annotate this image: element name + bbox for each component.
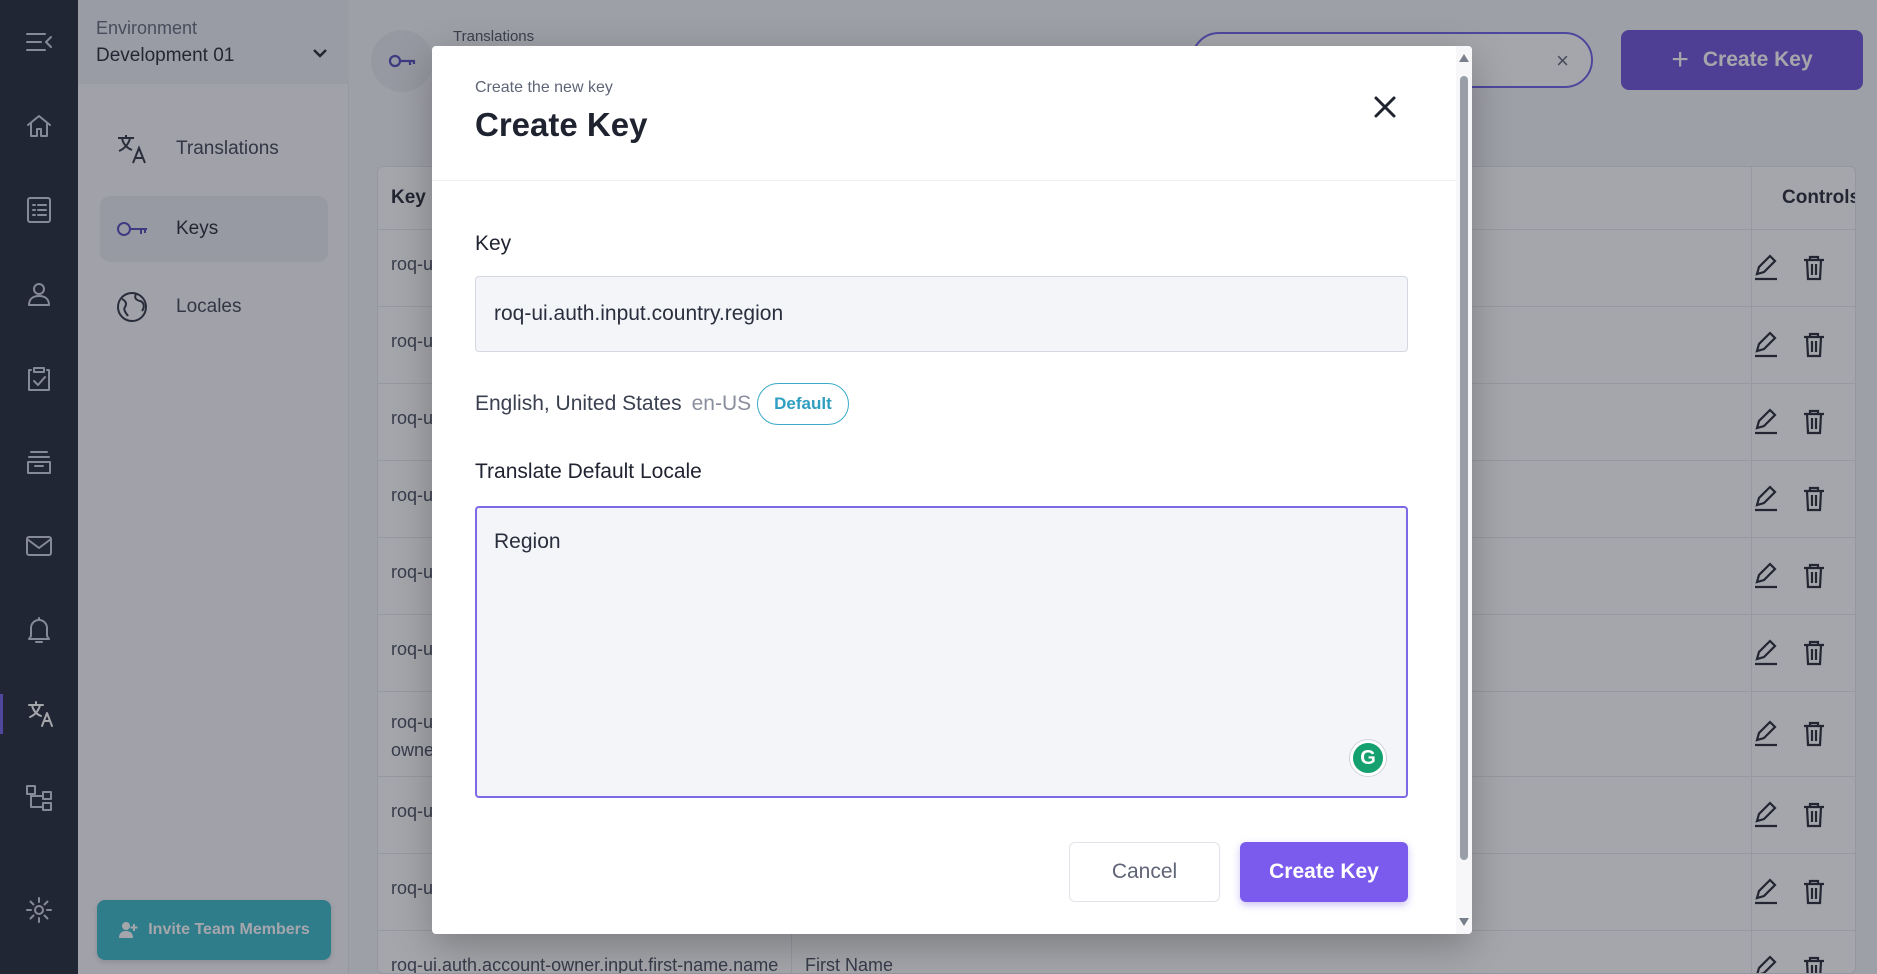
cancel-button[interactable]: Cancel — [1069, 842, 1220, 902]
create-key-submit-button[interactable]: Create Key — [1240, 842, 1408, 902]
create-key-dialog: Create the new key Create Key Key roq-ui… — [432, 46, 1472, 934]
key-field-label: Key — [475, 232, 512, 255]
scroll-down-arrow[interactable] — [1459, 918, 1469, 926]
dialog-scrollbar[interactable] — [1456, 46, 1472, 934]
key-input[interactable]: roq-ui.auth.input.country.region — [475, 276, 1408, 352]
dialog-title: Create Key — [475, 106, 648, 143]
locale-info: English, United States en-US Default — [475, 382, 849, 426]
divider — [432, 180, 1456, 181]
translation-textarea[interactable]: Region G — [475, 506, 1408, 798]
close-icon[interactable] — [1368, 90, 1402, 124]
translation-value: Region — [494, 530, 561, 553]
scroll-up-arrow[interactable] — [1459, 54, 1469, 62]
scroll-thumb[interactable] — [1460, 76, 1468, 860]
dialog-subtitle: Create the new key — [475, 79, 613, 96]
locale-code: en-US — [691, 392, 752, 415]
translate-field-label: Translate Default Locale — [475, 460, 702, 483]
locale-name: English, United States — [475, 392, 682, 415]
grammarly-icon[interactable]: G — [1350, 740, 1386, 776]
default-badge: Default — [757, 383, 849, 425]
